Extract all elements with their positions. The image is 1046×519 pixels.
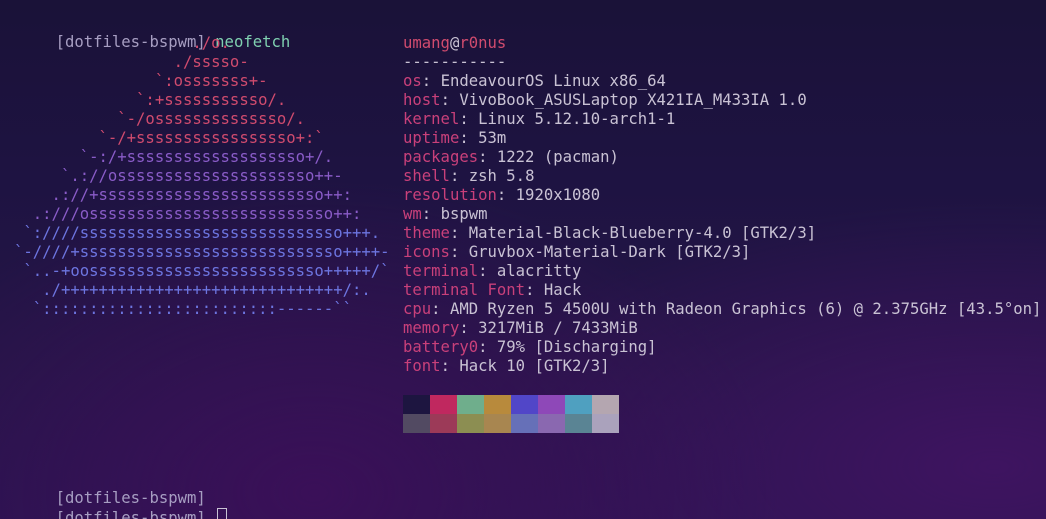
info-row-uptime: uptime: 53m (403, 129, 507, 147)
info-key: terminal (403, 262, 479, 280)
color-swatch (403, 414, 430, 433)
ascii-logo-row: ./o. (14, 34, 230, 52)
info-value: alacritty (496, 262, 582, 280)
info-row-memory: memory: 3217MiB / 7433MiB (403, 319, 638, 337)
info-key: os (403, 72, 422, 90)
info-key: uptime (403, 129, 460, 147)
ascii-logo-row: `:+sssssssssso/. (14, 91, 287, 109)
username: umang (403, 34, 450, 52)
info-value: 1222 (pacman) (496, 148, 619, 166)
color-swatch (484, 395, 511, 414)
info-key: cpu (403, 300, 432, 318)
info-value: EndeavourOS Linux x86_64 (440, 72, 666, 90)
info-value: AMD Ryzen 5 4500U with Radeon Graphics (… (449, 300, 1042, 318)
info-row-host: host: VivoBook_ASUSLaptop X421IA_M433IA … (403, 91, 807, 109)
color-swatch (430, 414, 457, 433)
ascii-logo-row: `.://osssssssssssssssssssso++- (14, 167, 343, 185)
user-host-line: umang@r0nus (403, 34, 1041, 53)
color-swatch (538, 414, 565, 433)
color-swatch (592, 414, 619, 433)
info-value: Hack (543, 281, 582, 299)
command-line: [dotfiles-bspwm] neofetch (18, 14, 291, 51)
color-swatch (403, 395, 430, 414)
ascii-logo-row: `:::::::::::::::::::::::::------`` (14, 300, 352, 318)
ascii-logo-row: `-:/+sssssssssssssssssso+/. (14, 148, 334, 166)
palette-row-bright (403, 414, 619, 433)
color-swatch (457, 395, 484, 414)
info-value: Hack 10 [GTK2/3] (459, 357, 610, 375)
info-row-terminal-font: terminal Font: Hack (403, 281, 582, 299)
info-value: VivoBook_ASUSLaptop X421IA_M433IA 1.0 (459, 91, 807, 109)
color-swatch (484, 414, 511, 433)
distro-ascii-logo: ./o. ./sssso- `:osssssss+- `:+ssssssssss… (14, 34, 390, 319)
info-fields: os: EndeavourOS Linux x86_64 host: VivoBo… (403, 72, 1041, 376)
info-key: host (403, 91, 441, 109)
info-key: wm (403, 205, 422, 223)
color-swatch (565, 395, 592, 414)
color-swatch (511, 414, 538, 433)
info-key: terminal Font (403, 281, 526, 299)
active-prompt-line[interactable]: [dotfiles-bspwm] (18, 489, 228, 519)
info-key: memory (403, 319, 460, 337)
info-value: zsh 5.8 (468, 167, 535, 185)
info-row-packages: packages: 1222 (pacman) (403, 148, 619, 166)
prompt: [dotfiles-bspwm] (55, 509, 206, 519)
ascii-logo-row: `-/ossssssssssssso/. (14, 110, 306, 128)
info-row-shell: shell: zsh 5.8 (403, 167, 535, 185)
ascii-logo-row: `..-+oosssssssssssssssssssssssso+++++/` (14, 262, 390, 280)
system-info: umang@r0nus ----------- os: EndeavourOS … (403, 34, 1041, 376)
color-swatch (511, 395, 538, 414)
color-swatch (538, 395, 565, 414)
info-value: Linux 5.12.10-arch1-1 (478, 110, 676, 128)
info-value: Material-Black-Blueberry-4.0 [GTK2/3] (468, 224, 817, 242)
info-row-font: font: Hack 10 [GTK2/3] (403, 357, 610, 375)
ascii-logo-row: ./sssso- (14, 53, 249, 71)
info-value: 53m (478, 129, 507, 147)
info-value: Gruvbox-Material-Dark [GTK2/3] (468, 243, 751, 261)
info-row-theme: theme: Material-Black-Blueberry-4.0 [GTK… (403, 224, 817, 242)
palette-row-normal (403, 395, 619, 414)
info-value: 79% [Discharging] (496, 338, 657, 356)
info-key: font (403, 357, 441, 375)
info-key: battery0 (403, 338, 479, 356)
info-value: 3217MiB / 7433MiB (478, 319, 638, 337)
info-row-kernel: kernel: Linux 5.12.10-arch1-1 (403, 110, 676, 128)
info-value: bspwm (440, 205, 488, 223)
info-row-terminal: terminal: alacritty (403, 262, 582, 280)
separator-line: ----------- (403, 53, 507, 71)
color-swatch (565, 414, 592, 433)
ascii-logo-row: .:///ossssssssssssssssssssssssso++: (14, 205, 362, 223)
info-key: shell (403, 167, 450, 185)
terminal-window[interactable]: [dotfiles-bspwm] neofetch ./o. ./sssso- … (0, 0, 1046, 519)
info-row-cpu: cpu: AMD Ryzen 5 4500U with Radeon Graph… (403, 300, 1042, 318)
info-row-resolution: resolution: 1920x1080 (403, 186, 601, 204)
ascii-logo-row: `:////ssssssssssssssssssssssssssso+++. (14, 224, 381, 242)
color-swatch (592, 395, 619, 414)
text-cursor (217, 508, 228, 519)
ascii-logo-row: .://+ssssssssssssssssssssssso++: (14, 186, 352, 204)
info-key: theme (403, 224, 450, 242)
info-row-battery0: battery0: 79% [Discharging] (403, 338, 657, 356)
info-value: 1920x1080 (515, 186, 601, 204)
color-swatch (430, 395, 457, 414)
color-swatch (457, 414, 484, 433)
ascii-logo-row: `-////+ssssssssssssssssssssssssssso++++- (14, 243, 390, 261)
color-palette (403, 395, 619, 433)
at-sign: @ (449, 34, 460, 52)
hostname: r0nus (459, 34, 507, 52)
info-key: kernel (403, 110, 460, 128)
info-key: resolution (403, 186, 497, 204)
info-key: icons (403, 243, 450, 261)
empty-prompt-line: [dotfiles-bspwm] (18, 470, 206, 507)
info-row-icons: icons: Gruvbox-Material-Dark [GTK2/3] (403, 243, 751, 261)
ascii-logo-row: ./++++++++++++++++++++++++++++++/:. (14, 281, 371, 299)
info-row-os: os: EndeavourOS Linux x86_64 (403, 72, 666, 90)
info-key: packages (403, 148, 479, 166)
info-row-wm: wm: bspwm (403, 205, 488, 223)
ascii-logo-row: `-/+sssssssssssssssso+:` (14, 129, 324, 147)
ascii-logo-row: `:osssssss+- (14, 72, 268, 90)
